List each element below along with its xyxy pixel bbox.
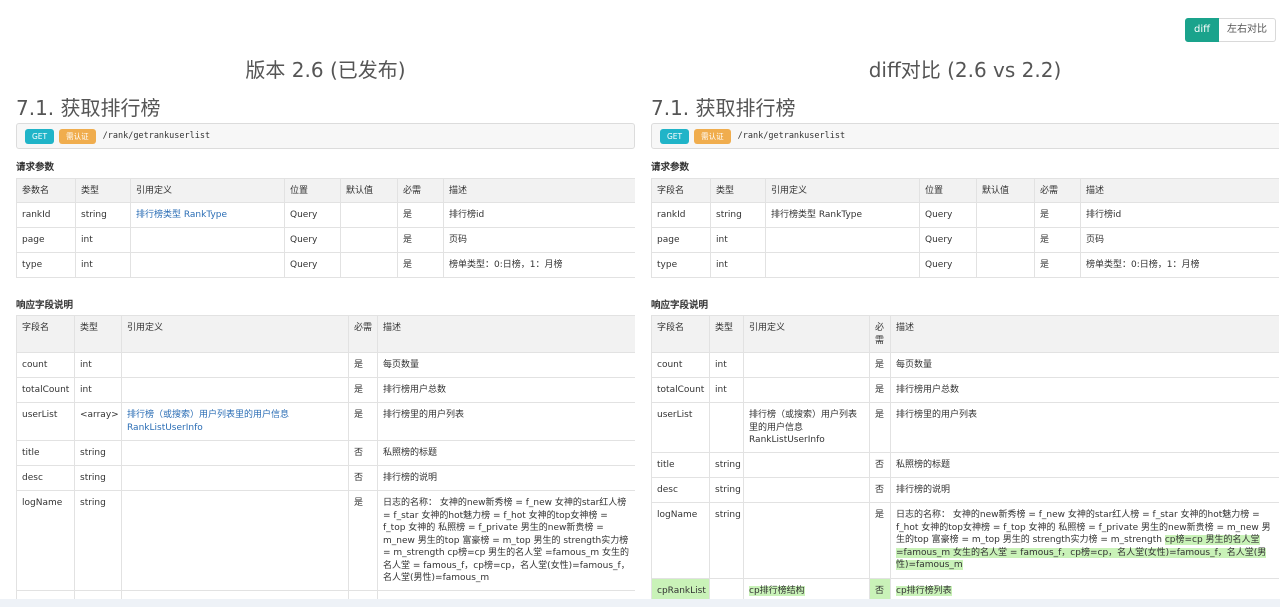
request-params-label: 请求参数 (16, 162, 55, 173)
table-row: rankId string 排行榜类型 RankType Query 是 排行榜… (16, 202, 635, 228)
table-row: logName string 是 日志的名称： 女神的new新秀榜 = f_ne… (651, 502, 1279, 579)
request-params-label: 请求参数 (651, 162, 690, 173)
table-row: count int 是 每页数量 (651, 352, 1279, 378)
table-row: page int Query 是 页码 (16, 227, 635, 253)
table-header-row: 字段名 类型 引用定义 必需 描述 (16, 315, 635, 353)
bottom-scrollbar-track[interactable] (0, 599, 1280, 607)
ranktype-link[interactable]: 排行榜类型 RankType (130, 202, 285, 228)
logname-diff-cell: 日志的名称： 女神的new新秀榜 = f_new 女神的star红人榜 = f_… (890, 502, 1279, 579)
endpoint-path: /rank/getrankuserlist (102, 131, 211, 141)
request-params-table: 字段名 类型 引用定义 位置 默认值 必需 描述 rankId string 排… (651, 178, 1279, 278)
response-fields-label: 响应字段说明 (651, 300, 709, 311)
method-badge: GET (660, 128, 690, 144)
version-title: diff对比 (2.6 vs 2.2) (868, 58, 1062, 82)
left-version-panel: 版本 2.6 (已发布) 7.1. 获取排行榜 GET 需认证 /rank/ge… (16, 0, 635, 607)
table-row: userList <array> 排行榜（或搜索）用户列表里的用户信息 Rank… (16, 402, 635, 441)
response-fields-label: 响应字段说明 (16, 300, 74, 311)
diff-panel: diff对比 (2.6 vs 2.2) 7.1. 获取排行榜 GET 需认证 /… (651, 0, 1279, 607)
table-row: desc string 否 排行榜的说明 (16, 465, 635, 491)
auth-badge: 需认证 (59, 128, 96, 144)
request-params-table: 参数名 类型 引用定义 位置 默认值 必需 描述 rankId string 排… (16, 178, 635, 278)
table-row: title string 否 私照榜的标题 (651, 452, 1279, 478)
version-title: 版本 2.6 (已发布) (245, 58, 406, 82)
endpoint-path: /rank/getrankuserlist (737, 131, 846, 141)
response-fields-table: 字段名 类型 引用定义 必需 描述 count int 是 每页数量 total… (16, 315, 635, 607)
table-row: rankId string 排行榜类型 RankType Query 是 排行榜… (651, 202, 1279, 228)
table-header-row: 字段名 类型 引用定义 位置 默认值 必需 描述 (651, 178, 1279, 203)
auth-badge: 需认证 (694, 128, 731, 144)
table-row: logName string 是 日志的名称： 女神的new新秀榜 = f_ne… (16, 490, 635, 591)
table-row: totalCount int 是 排行榜用户总数 (651, 377, 1279, 403)
table-header-row: 字段名 类型 引用定义 必需 描述 (651, 315, 1279, 353)
table-row: desc string 否 排行榜的说明 (651, 477, 1279, 503)
endpoint-bar: GET 需认证 /rank/getrankuserlist (651, 123, 1279, 149)
section-title: 7.1. 获取排行榜 (16, 96, 161, 120)
table-row: page int Query 是 页码 (651, 227, 1279, 253)
table-row: type int Query 是 榜单类型：0:日榜，1：月榜 (16, 252, 635, 278)
response-fields-table: 字段名 类型 引用定义 必需 描述 count int 是 每页数量 total… (651, 315, 1279, 604)
method-badge: GET (25, 128, 55, 144)
table-row: userList 排行榜（或搜索）用户列表里的用户信息 RankListUser… (651, 402, 1279, 453)
rank-list-user-info-link[interactable]: 排行榜（或搜索）用户列表里的用户信息 RankListUserInfo (121, 402, 349, 441)
table-row: count int 是 每页数量 (16, 352, 635, 378)
endpoint-bar: GET 需认证 /rank/getrankuserlist (16, 123, 635, 149)
table-header-row: 参数名 类型 引用定义 位置 默认值 必需 描述 (16, 178, 635, 203)
table-row: type int Query 是 榜单类型：0:日榜，1：月榜 (651, 252, 1279, 278)
table-row: title string 否 私照榜的标题 (16, 440, 635, 466)
section-title: 7.1. 获取排行榜 (651, 96, 796, 120)
table-row: totalCount int 是 排行榜用户总数 (16, 377, 635, 403)
